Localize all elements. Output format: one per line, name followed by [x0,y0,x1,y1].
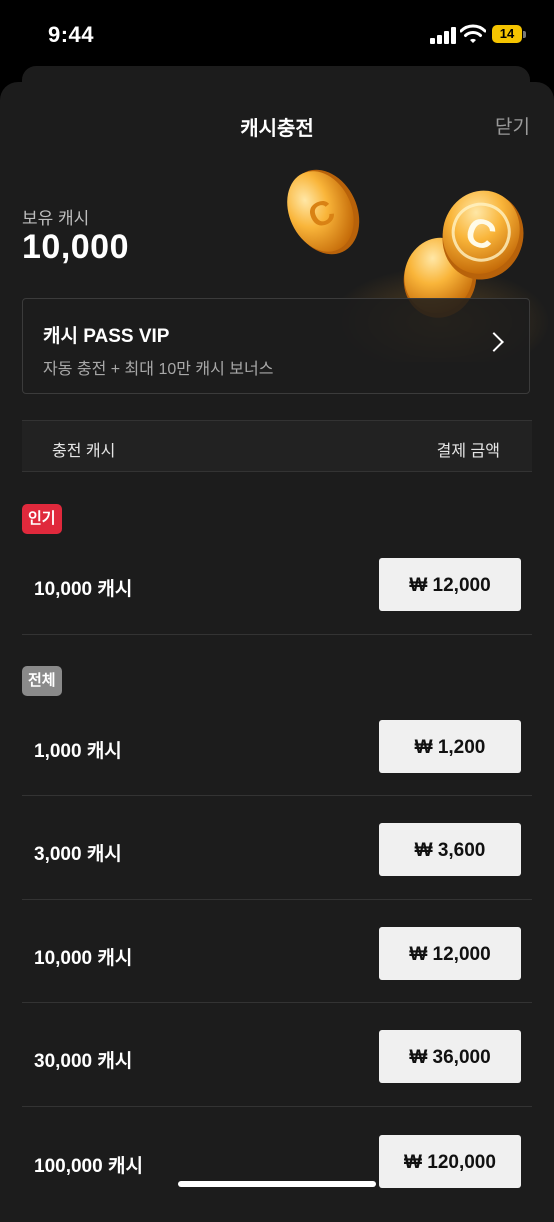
price-button[interactable]: ₩ 120,000 [379,1135,521,1188]
cash-charge-sheet: 캐시충전 닫기 보유 캐시 10,000 C C 캐시 PASS VIP 자동 … [0,82,554,1222]
pass-title: 캐시 PASS VIP [43,326,170,347]
option-label: 10,000 캐시 [34,579,133,600]
header-payment-amount: 결제 금액 [436,443,500,460]
all-tag: 전체 [22,666,62,696]
option-label: 30,000 캐시 [34,1051,133,1072]
header-charge-cash: 충전 캐시 [52,443,116,460]
chevron-right-icon [484,332,504,352]
price-button[interactable]: ₩ 12,000 [379,558,521,611]
price-button[interactable]: ₩ 3,600 [379,823,521,876]
price-button[interactable]: ₩ 12,000 [379,927,521,980]
option-label: 10,000 캐시 [34,948,133,969]
price-button[interactable]: ₩ 36,000 [379,1030,521,1083]
signal-icon [430,26,456,44]
home-indicator [178,1181,376,1187]
option-label: 1,000 캐시 [34,741,122,762]
page-title: 캐시충전 [240,118,314,140]
option-row: 10,000 캐시 ₩ 12,000 [0,901,554,1004]
wifi-icon [460,24,486,43]
option-label: 100,000 캐시 [34,1156,143,1177]
option-label: 3,000 캐시 [34,844,122,865]
close-button[interactable]: 닫기 [495,112,530,139]
option-row: 1,000 캐시 ₩ 1,200 [0,694,554,797]
divider [22,634,532,635]
pass-subtitle: 자동 충전 + 최대 10만 캐시 보너스 [43,361,274,378]
option-row: 100,000 캐시 ₩ 120,000 [0,1108,554,1211]
status-time: 9:44 [48,22,95,47]
status-bar: 9:44 14 [0,0,554,66]
option-row: 10,000 캐시 ₩ 12,000 [0,532,554,635]
balance-value: 10,000 [22,228,129,266]
option-row: 30,000 캐시 ₩ 36,000 [0,1004,554,1107]
popular-tag: 인기 [22,504,62,534]
price-button[interactable]: ₩ 1,200 [379,720,521,773]
divider [22,795,532,796]
divider [22,899,532,900]
option-row: 3,000 캐시 ₩ 3,600 [0,797,554,900]
table-header: 충전 캐시 결제 금액 [22,420,532,472]
battery-tip [523,31,526,38]
balance-label: 보유 캐시 [22,209,90,228]
divider [22,1106,532,1107]
battery-icon: 14 [492,25,522,43]
divider [22,1002,532,1003]
pass-vip-card[interactable]: 캐시 PASS VIP 자동 충전 + 최대 10만 캐시 보너스 [22,298,530,394]
